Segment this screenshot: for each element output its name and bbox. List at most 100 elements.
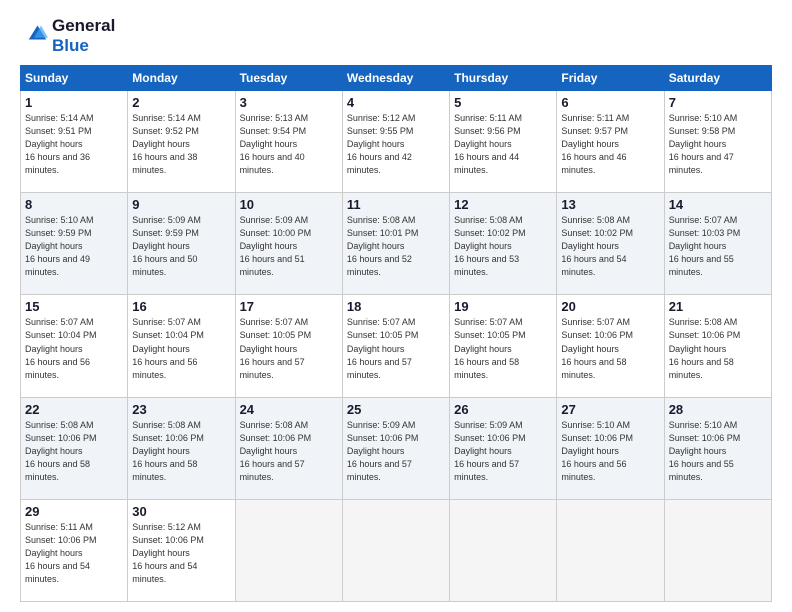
day-info: Sunrise: 5:07 AMSunset: 10:05 PMDaylight… [347,317,419,379]
calendar-cell: 10 Sunrise: 5:09 AMSunset: 10:00 PMDayli… [235,193,342,295]
day-number: 26 [454,402,552,417]
calendar-cell: 11 Sunrise: 5:08 AMSunset: 10:01 PMDayli… [342,193,449,295]
calendar-cell: 24 Sunrise: 5:08 AMSunset: 10:06 PMDayli… [235,397,342,499]
calendar-cell: 18 Sunrise: 5:07 AMSunset: 10:05 PMDayli… [342,295,449,397]
calendar-cell: 23 Sunrise: 5:08 AMSunset: 10:06 PMDayli… [128,397,235,499]
day-info: Sunrise: 5:14 AMSunset: 9:52 PMDaylight … [132,113,201,175]
calendar-cell [342,499,449,601]
calendar-cell: 2 Sunrise: 5:14 AMSunset: 9:52 PMDayligh… [128,91,235,193]
day-number: 20 [561,299,659,314]
week-row-5: 29 Sunrise: 5:11 AMSunset: 10:06 PMDayli… [21,499,772,601]
day-number: 28 [669,402,767,417]
day-info: Sunrise: 5:10 AMSunset: 10:06 PMDaylight… [561,420,633,482]
day-number: 30 [132,504,230,519]
calendar-cell: 15 Sunrise: 5:07 AMSunset: 10:04 PMDayli… [21,295,128,397]
day-info: Sunrise: 5:09 AMSunset: 10:06 PMDaylight… [347,420,419,482]
weekday-header-wednesday: Wednesday [342,66,449,91]
day-info: Sunrise: 5:09 AMSunset: 10:06 PMDaylight… [454,420,526,482]
day-number: 11 [347,197,445,212]
calendar-cell: 19 Sunrise: 5:07 AMSunset: 10:05 PMDayli… [450,295,557,397]
day-info: Sunrise: 5:08 AMSunset: 10:01 PMDaylight… [347,215,419,277]
weekday-header-saturday: Saturday [664,66,771,91]
week-row-1: 1 Sunrise: 5:14 AMSunset: 9:51 PMDayligh… [21,91,772,193]
day-info: Sunrise: 5:10 AMSunset: 10:06 PMDaylight… [669,420,741,482]
day-info: Sunrise: 5:07 AMSunset: 10:06 PMDaylight… [561,317,633,379]
day-number: 10 [240,197,338,212]
day-number: 14 [669,197,767,212]
day-number: 12 [454,197,552,212]
calendar-cell: 30 Sunrise: 5:12 AMSunset: 10:06 PMDayli… [128,499,235,601]
calendar-cell [450,499,557,601]
day-info: Sunrise: 5:10 AMSunset: 9:58 PMDaylight … [669,113,738,175]
week-row-3: 15 Sunrise: 5:07 AMSunset: 10:04 PMDayli… [21,295,772,397]
day-info: Sunrise: 5:08 AMSunset: 10:06 PMDaylight… [669,317,741,379]
day-number: 2 [132,95,230,110]
calendar-cell [664,499,771,601]
day-info: Sunrise: 5:08 AMSunset: 10:06 PMDaylight… [132,420,204,482]
calendar: SundayMondayTuesdayWednesdayThursdayFrid… [20,65,772,602]
day-number: 27 [561,402,659,417]
day-info: Sunrise: 5:09 AMSunset: 10:00 PMDaylight… [240,215,312,277]
day-number: 16 [132,299,230,314]
day-number: 8 [25,197,123,212]
logo: General Blue [20,16,115,55]
weekday-header-sunday: Sunday [21,66,128,91]
day-info: Sunrise: 5:10 AMSunset: 9:59 PMDaylight … [25,215,94,277]
day-info: Sunrise: 5:11 AMSunset: 10:06 PMDaylight… [25,522,97,584]
logo-text: General Blue [52,16,115,55]
day-number: 19 [454,299,552,314]
day-info: Sunrise: 5:12 AMSunset: 10:06 PMDaylight… [132,522,204,584]
day-info: Sunrise: 5:07 AMSunset: 10:03 PMDaylight… [669,215,741,277]
calendar-cell: 22 Sunrise: 5:08 AMSunset: 10:06 PMDayli… [21,397,128,499]
weekday-header-tuesday: Tuesday [235,66,342,91]
calendar-cell: 28 Sunrise: 5:10 AMSunset: 10:06 PMDayli… [664,397,771,499]
day-number: 25 [347,402,445,417]
day-number: 4 [347,95,445,110]
day-info: Sunrise: 5:07 AMSunset: 10:05 PMDaylight… [240,317,312,379]
calendar-cell: 4 Sunrise: 5:12 AMSunset: 9:55 PMDayligh… [342,91,449,193]
day-number: 13 [561,197,659,212]
day-number: 18 [347,299,445,314]
logo-icon [20,22,48,50]
calendar-cell: 8 Sunrise: 5:10 AMSunset: 9:59 PMDayligh… [21,193,128,295]
day-number: 5 [454,95,552,110]
day-info: Sunrise: 5:09 AMSunset: 9:59 PMDaylight … [132,215,201,277]
calendar-cell: 21 Sunrise: 5:08 AMSunset: 10:06 PMDayli… [664,295,771,397]
calendar-cell [557,499,664,601]
calendar-cell: 27 Sunrise: 5:10 AMSunset: 10:06 PMDayli… [557,397,664,499]
weekday-header-thursday: Thursday [450,66,557,91]
day-number: 29 [25,504,123,519]
day-number: 9 [132,197,230,212]
day-number: 3 [240,95,338,110]
day-number: 7 [669,95,767,110]
calendar-cell: 14 Sunrise: 5:07 AMSunset: 10:03 PMDayli… [664,193,771,295]
page: General Blue SundayMondayTuesdayWednesda… [0,0,792,612]
calendar-cell: 20 Sunrise: 5:07 AMSunset: 10:06 PMDayli… [557,295,664,397]
calendar-cell: 17 Sunrise: 5:07 AMSunset: 10:05 PMDayli… [235,295,342,397]
day-info: Sunrise: 5:14 AMSunset: 9:51 PMDaylight … [25,113,94,175]
calendar-cell: 26 Sunrise: 5:09 AMSunset: 10:06 PMDayli… [450,397,557,499]
calendar-cell: 7 Sunrise: 5:10 AMSunset: 9:58 PMDayligh… [664,91,771,193]
header: General Blue [20,16,772,55]
day-number: 24 [240,402,338,417]
day-info: Sunrise: 5:08 AMSunset: 10:02 PMDaylight… [454,215,526,277]
calendar-cell: 9 Sunrise: 5:09 AMSunset: 9:59 PMDayligh… [128,193,235,295]
weekday-header-row: SundayMondayTuesdayWednesdayThursdayFrid… [21,66,772,91]
weekday-header-friday: Friday [557,66,664,91]
day-number: 21 [669,299,767,314]
week-row-2: 8 Sunrise: 5:10 AMSunset: 9:59 PMDayligh… [21,193,772,295]
calendar-cell: 12 Sunrise: 5:08 AMSunset: 10:02 PMDayli… [450,193,557,295]
day-info: Sunrise: 5:11 AMSunset: 9:56 PMDaylight … [454,113,522,175]
day-info: Sunrise: 5:07 AMSunset: 10:04 PMDaylight… [132,317,204,379]
calendar-cell: 3 Sunrise: 5:13 AMSunset: 9:54 PMDayligh… [235,91,342,193]
day-info: Sunrise: 5:08 AMSunset: 10:02 PMDaylight… [561,215,633,277]
calendar-cell: 5 Sunrise: 5:11 AMSunset: 9:56 PMDayligh… [450,91,557,193]
day-number: 6 [561,95,659,110]
day-number: 22 [25,402,123,417]
calendar-cell [235,499,342,601]
day-number: 1 [25,95,123,110]
calendar-cell: 25 Sunrise: 5:09 AMSunset: 10:06 PMDayli… [342,397,449,499]
calendar-cell: 29 Sunrise: 5:11 AMSunset: 10:06 PMDayli… [21,499,128,601]
calendar-cell: 1 Sunrise: 5:14 AMSunset: 9:51 PMDayligh… [21,91,128,193]
day-info: Sunrise: 5:08 AMSunset: 10:06 PMDaylight… [25,420,97,482]
